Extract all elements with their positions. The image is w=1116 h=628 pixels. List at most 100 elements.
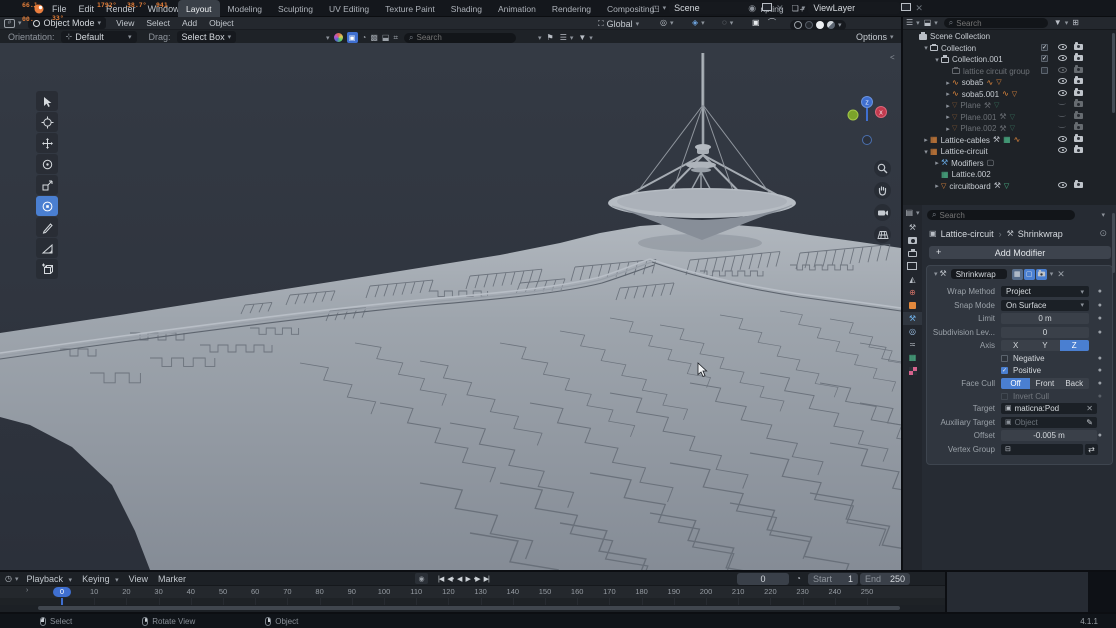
scene-chevron-icon[interactable]: ▾ xyxy=(663,4,667,12)
auto-keying-button[interactable]: ◉ xyxy=(415,573,428,584)
target-field[interactable]: ▣ maticna:Pod ✕ xyxy=(1001,403,1097,414)
outliner-filter-icon[interactable]: ▼ xyxy=(1054,19,1062,27)
eye-closed-icon[interactable] xyxy=(1058,101,1066,105)
navigation-gizmo[interactable]: Z X xyxy=(843,93,891,151)
select-box-tool-button[interactable] xyxy=(36,91,58,111)
new-collection-icon[interactable]: ⊞ xyxy=(1072,19,1079,27)
eye-closed-icon[interactable] xyxy=(1058,113,1066,117)
camera-visibility-icon[interactable] xyxy=(1074,101,1083,107)
animate-dot[interactable]: ● xyxy=(1098,302,1102,309)
animate-dot[interactable]: ● xyxy=(1098,355,1102,362)
invert-vertex-group-button[interactable]: ⇄ xyxy=(1085,444,1098,455)
unlink-scene-icon[interactable]: ✕ xyxy=(776,3,784,14)
clear-target-icon[interactable]: ✕ xyxy=(1086,404,1093,413)
auxiliary-target-field[interactable]: ▣ Object ✎ xyxy=(1001,417,1097,428)
chevron-right-icon[interactable]: ▸ xyxy=(944,90,952,98)
perspective-toggle-button[interactable] xyxy=(874,226,891,243)
limit-field[interactable]: 0 m xyxy=(1001,313,1089,324)
outliner-row-circuitboard[interactable]: ▸▽circuitboard⚒▽ xyxy=(903,181,1116,193)
camera-visibility-icon[interactable] xyxy=(1074,124,1083,130)
realtime-toggle[interactable]: ▢ xyxy=(1024,269,1035,280)
timeline-ruler[interactable]: › 01020304050607080901001101201301401501… xyxy=(0,586,945,598)
cursor-tool-button[interactable] xyxy=(36,112,58,132)
camera-view-button[interactable] xyxy=(874,204,891,221)
transform-tool-button[interactable] xyxy=(36,196,58,216)
annotate-flag-icon[interactable]: ⚑ xyxy=(547,34,554,42)
workspace-tab-uv-editing[interactable]: UV Editing xyxy=(321,0,377,17)
properties-search[interactable]: ⌕ xyxy=(927,210,1075,220)
eye-icon[interactable] xyxy=(1058,90,1067,96)
prev-key-button[interactable]: ◀• xyxy=(447,575,453,583)
pivot-point-button[interactable]: ◎▾ xyxy=(660,19,674,27)
chevron-down-icon[interactable]: ▾ xyxy=(922,44,930,52)
new-view-layer-icon[interactable] xyxy=(903,5,911,11)
chevron-down-icon[interactable]: ▾ xyxy=(933,56,941,64)
camera-visibility-icon[interactable] xyxy=(1074,136,1083,142)
orientation-dropdown[interactable]: ⊹ Default ▾ xyxy=(61,31,137,43)
new-scene-icon[interactable] xyxy=(764,5,772,11)
next-key-button[interactable]: •▶ xyxy=(474,575,480,583)
timeline-tracks[interactable] xyxy=(0,598,945,605)
outliner-row-plane-001[interactable]: ▸▽Plane.001⚒▽ xyxy=(903,112,1116,124)
outliner-row-modifiers[interactable]: ▸⚒Modifiers▢ xyxy=(903,158,1116,170)
exclude-checkbox[interactable]: ✓ xyxy=(1041,44,1048,51)
editor-type-icon[interactable]: # xyxy=(4,19,15,28)
breadcrumb-object[interactable]: Lattice-circuit xyxy=(941,229,994,239)
wrap-method-dropdown[interactable]: Project▾ xyxy=(1001,286,1089,297)
properties-tab-object[interactable] xyxy=(903,299,922,312)
snap-toggle[interactable]: ◈▾ xyxy=(692,19,705,27)
outliner-filter-chevron-icon[interactable]: ▾ xyxy=(1065,19,1069,27)
animate-dot[interactable]: ● xyxy=(1098,380,1102,387)
jump-end-button[interactable]: ▶| xyxy=(484,575,489,583)
viewport-menu-add[interactable]: Add xyxy=(182,18,197,28)
snap-mode-dropdown[interactable]: On Surface▾ xyxy=(1001,300,1089,311)
outliner-row-lattice-cables[interactable]: ▸▦Lattice-cables⚒▦∿ xyxy=(903,135,1116,147)
delete-modifier-icon[interactable]: ✕ xyxy=(1057,269,1065,280)
outliner-search[interactable]: ⌕ xyxy=(944,18,1048,28)
current-frame-indicator[interactable]: 0 xyxy=(53,587,71,597)
outliner-row-plane-002[interactable]: ▸▽Plane.002⚒▽ xyxy=(903,123,1116,135)
camera-visibility-icon[interactable] xyxy=(1074,90,1083,96)
sidebar-toggle[interactable]: < xyxy=(890,53,895,62)
face-cull-front-button[interactable]: Front xyxy=(1030,378,1059,389)
timeline-menu-playback[interactable]: Playback ▾ xyxy=(27,574,73,584)
properties-tab-output[interactable] xyxy=(903,247,922,260)
zoom-button[interactable] xyxy=(874,160,891,177)
display-mode-icon[interactable]: ⬓ xyxy=(924,19,932,27)
properties-tab-texture[interactable] xyxy=(903,364,922,377)
camera-visibility-icon[interactable] xyxy=(1074,113,1083,119)
eye-icon[interactable] xyxy=(1058,147,1067,153)
vertex-group-field[interactable]: ⊟ xyxy=(1001,444,1083,455)
move-tool-button[interactable] xyxy=(36,133,58,153)
outliner-row-soba5-001[interactable]: ▸∿soba5.001∿▽ xyxy=(903,89,1116,101)
current-frame-field[interactable]: 0 xyxy=(737,573,789,585)
viewport-search[interactable]: ⌕ xyxy=(404,33,516,43)
outliner-search-input[interactable] xyxy=(956,19,1026,28)
overlays-toggle[interactable]: ⌒ xyxy=(768,19,776,27)
eye-closed-icon[interactable] xyxy=(1058,124,1066,128)
properties-tab-scene[interactable]: ◭ xyxy=(903,273,922,286)
properties-tab-modifiers[interactable]: ⚒ xyxy=(903,312,922,325)
face-cull-back-button[interactable]: Back xyxy=(1060,378,1089,389)
render-toggle[interactable] xyxy=(1036,269,1047,280)
jump-start-button[interactable]: |◀ xyxy=(438,575,443,583)
eyedropper-icon[interactable]: ✎ xyxy=(1086,418,1093,427)
outliner-editor-chevron-icon[interactable]: ▾ xyxy=(916,19,920,27)
timeline-editor-icon[interactable]: ◷ xyxy=(5,575,12,583)
eye-icon[interactable] xyxy=(1058,67,1067,73)
menu-file[interactable]: File xyxy=(52,4,67,14)
wireframe-shading-button[interactable] xyxy=(794,21,802,29)
outliner-scrollbar[interactable] xyxy=(1112,33,1115,113)
chevron-right-icon[interactable]: ▸ xyxy=(922,136,930,144)
stencil-icon[interactable]: ⬓ xyxy=(382,34,390,42)
exclude-checkbox[interactable]: ✓ xyxy=(1041,55,1048,62)
axis-x-button[interactable]: X xyxy=(1001,340,1030,351)
view-layer-icon[interactable]: ❏ xyxy=(792,4,799,13)
eye-icon[interactable] xyxy=(1058,182,1067,188)
eye-icon[interactable] xyxy=(1058,136,1067,142)
chevron-right-icon[interactable]: ▸ xyxy=(933,159,941,167)
solid-shading-button[interactable] xyxy=(805,21,813,29)
active-brush-icon[interactable]: ▣ xyxy=(347,32,358,43)
axis-z-minus[interactable] xyxy=(863,136,872,145)
display-list-icon[interactable]: ☰ xyxy=(560,34,567,42)
